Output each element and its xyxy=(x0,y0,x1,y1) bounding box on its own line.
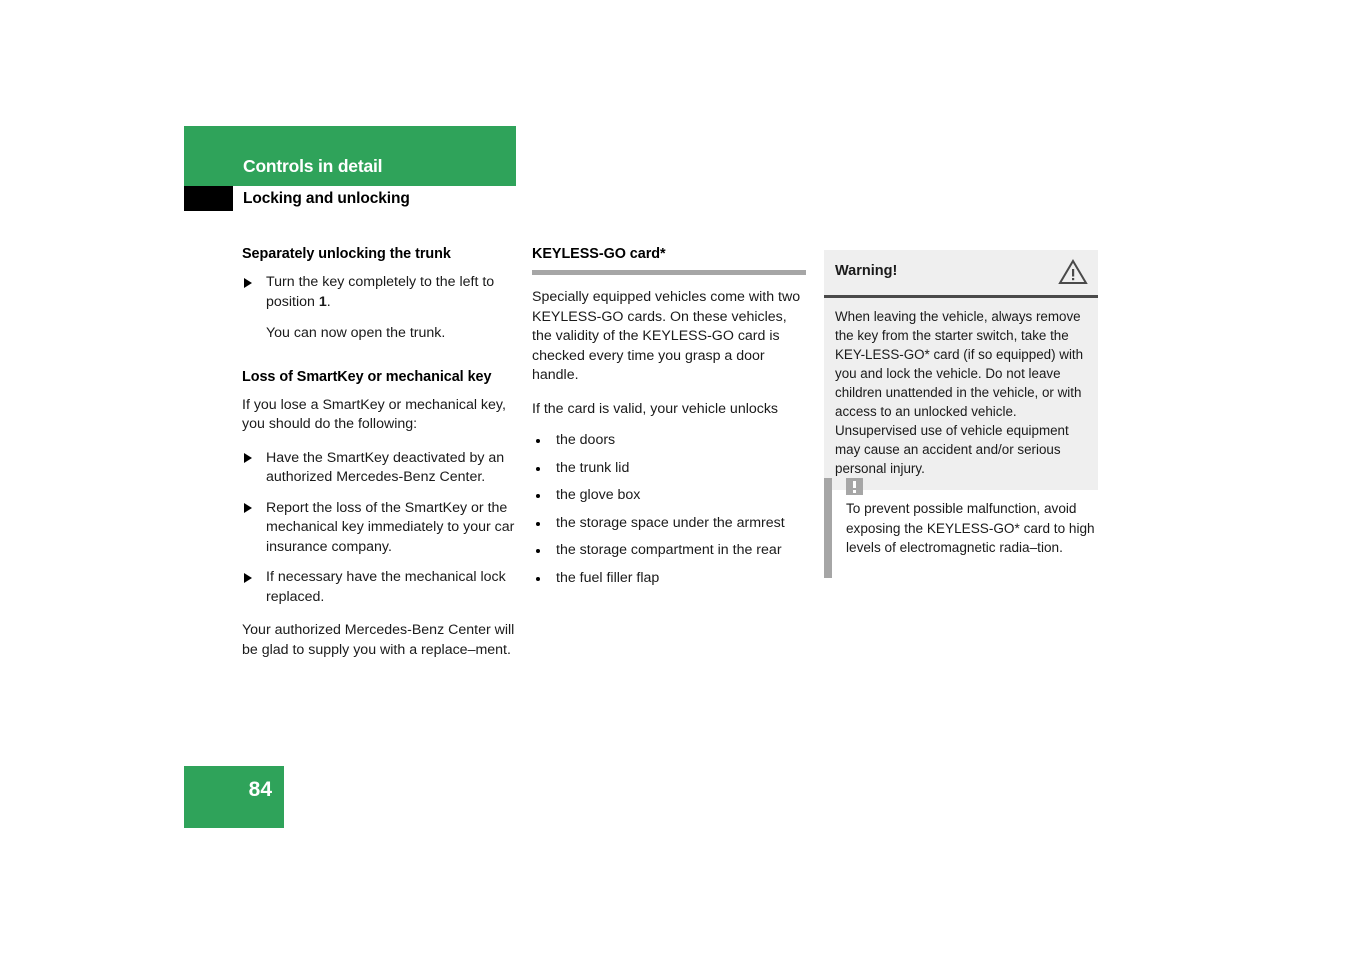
list-item: the fuel filler flap xyxy=(532,569,810,589)
list-item-text: the storage space under the armrest xyxy=(556,514,785,531)
list-item: Turn the key completely to the left to p… xyxy=(242,273,520,312)
arrow-bullet-icon xyxy=(244,277,252,288)
warning-callout-box: Warning! When leaving the vehicle, alway… xyxy=(824,250,1098,490)
document-page: Controls in detail Locking and unlocking… xyxy=(0,0,1351,954)
loss-intro-paragraph: If you lose a SmartKey or mechanical key… xyxy=(242,396,506,433)
warning-header: Warning! xyxy=(824,250,1098,298)
heading-loss-of-smartkey: Loss of SmartKey or mechanical key xyxy=(242,368,492,385)
list-item-text: If necessary have the mechanical lock re… xyxy=(266,569,506,605)
note-content: To prevent possible malfunction, avoid e… xyxy=(824,478,1100,558)
page-number-block: 84 xyxy=(184,766,284,828)
dot-bullet-icon xyxy=(536,521,540,526)
list-item-text: the glove box xyxy=(556,487,641,503)
dot-bullet-icon xyxy=(536,576,540,581)
dot-bullet-icon xyxy=(536,466,540,471)
loss-action-list: Have the SmartKey deactivated by an auth… xyxy=(242,449,520,608)
list-item-text: the fuel filler flap xyxy=(556,569,660,586)
middle-column: KEYLESS-GO card* Specially equipped vehi… xyxy=(532,245,810,588)
list-item-text: the storage compartment in the rear xyxy=(556,542,782,558)
section-marker-block xyxy=(184,186,233,211)
trunk-step-list: Turn the key completely to the left to p… xyxy=(242,273,520,312)
dot-bullet-icon xyxy=(536,494,540,498)
list-item: the glove box xyxy=(532,486,810,506)
list-item: the storage compartment in the rear xyxy=(532,541,810,561)
list-item: If necessary have the mechanical lock re… xyxy=(242,568,520,607)
list-item: Have the SmartKey deactivated by an auth… xyxy=(242,449,520,488)
arrow-bullet-icon xyxy=(244,572,252,583)
loss-closing-paragraph: Your authorized Mercedes-Benz Center wil… xyxy=(242,622,515,658)
list-item: the storage space under the armrest xyxy=(532,514,810,534)
left-column: Separately unlocking the trunk Turn the … xyxy=(242,245,520,660)
unlock-items-list: the doors the trunk lid the glove box th… xyxy=(532,431,810,588)
note-body-text: To prevent possible malfunction, avoid e… xyxy=(846,501,1095,555)
list-item-text: Report the loss of the SmartKey or the m… xyxy=(266,499,515,555)
note-side-bar xyxy=(824,478,832,578)
arrow-bullet-icon xyxy=(244,453,252,463)
page-number: 84 xyxy=(248,778,272,801)
dot-bullet-icon xyxy=(536,549,540,553)
note-callout-box: To prevent possible malfunction, avoid e… xyxy=(824,478,1100,578)
warning-title: Warning! xyxy=(835,263,898,279)
list-item: the doors xyxy=(532,431,810,451)
list-item: Report the loss of the SmartKey or the m… xyxy=(242,499,520,558)
list-item-text: Turn the key completely to the left to p… xyxy=(266,274,495,310)
warning-triangle-icon xyxy=(1058,258,1088,286)
dot-bullet-icon xyxy=(536,439,540,443)
keyless-go-paragraph-2: If the card is valid, your vehicle unloc… xyxy=(532,400,779,417)
chapter-title: Controls in detail xyxy=(243,156,383,176)
keyless-go-paragraph-1: Specially equipped vehicles come with tw… xyxy=(532,289,801,383)
section-title: Locking and unlocking xyxy=(243,190,410,207)
exclamation-box-icon xyxy=(846,478,863,495)
list-item-text: the trunk lid xyxy=(556,459,630,476)
list-item-text: the doors xyxy=(556,432,616,448)
list-item: the trunk lid xyxy=(532,459,810,479)
trunk-step-note: You can now open the trunk. xyxy=(266,325,446,341)
arrow-bullet-icon xyxy=(244,503,252,513)
list-item-text: Have the SmartKey deactivated by an auth… xyxy=(266,449,505,486)
heading-separately-unlocking-trunk: Separately unlocking the trunk xyxy=(242,246,451,262)
heading-keyless-go-card: KEYLESS-GO card* xyxy=(532,246,666,262)
heading-rule xyxy=(532,270,806,275)
warning-body-text: When leaving the vehicle, always remove … xyxy=(835,309,1084,476)
